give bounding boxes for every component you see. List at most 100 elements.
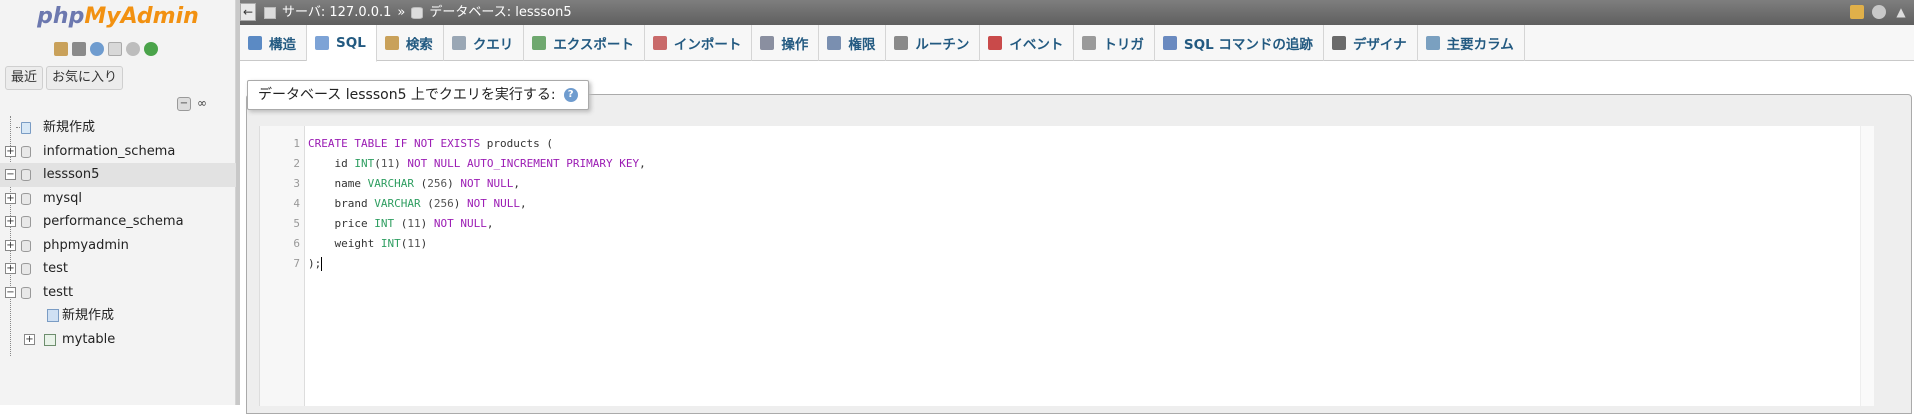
expand-icon[interactable]: +	[5, 192, 16, 204]
collapse-icon[interactable]: −	[5, 169, 16, 180]
new-database-icon	[21, 122, 31, 134]
line-number-gutter: 1 2 3 4 5 6 7	[260, 126, 305, 406]
tab-label: クエリ	[472, 37, 514, 53]
tab-privileges[interactable]: 権限	[819, 25, 887, 61]
tab-designer[interactable]: デザイナ	[1324, 25, 1418, 61]
expand-icon[interactable]: +	[5, 239, 16, 251]
phpmyadmin-logo[interactable]: phpMyAdmin	[0, 4, 236, 29]
recent-button[interactable]: 最近	[5, 66, 44, 90]
help-icon[interactable]	[90, 42, 104, 56]
code-token: name	[308, 177, 368, 190]
code-token: )	[420, 237, 428, 250]
tree-item-mytable[interactable]: + mytable	[0, 328, 236, 352]
database-icon	[21, 286, 31, 299]
breadcrumb-bar: ← サーバ: 127.0.0.1 » データベース: lessson5 ▲	[240, 0, 1914, 25]
export-icon	[532, 36, 547, 50]
code-line: );	[308, 254, 646, 274]
breadcrumb-database[interactable]: データベース: lessson5	[429, 0, 571, 25]
breadcrumb: サーバ: 127.0.0.1 » データベース: lessson5	[264, 0, 572, 25]
query-icon	[451, 36, 466, 50]
topbar-controls: ▲	[1850, 5, 1908, 19]
code-token: NOT NULL	[460, 177, 514, 190]
tab-export[interactable]: エクスポート	[524, 25, 645, 61]
tree-item-performance-schema[interactable]: + performance_schema	[0, 210, 236, 234]
tab-label: SQL	[336, 35, 366, 51]
settings-icon[interactable]	[126, 42, 140, 56]
expand-icon[interactable]: +	[5, 263, 16, 274]
search-icon	[384, 36, 399, 50]
expand-icon[interactable]: +	[24, 333, 35, 345]
database-icon	[21, 169, 31, 181]
tree-item-mysql[interactable]: + mysql	[0, 187, 236, 211]
tree-item-label: 新規作成	[62, 308, 115, 323]
expand-icon[interactable]: +	[5, 216, 16, 227]
sql-editor[interactable]: 1 2 3 4 5 6 7 CREATE TABLE IF NOT EXISTS produ…	[259, 126, 1874, 406]
import-icon	[652, 36, 667, 50]
tab-query[interactable]: クエリ	[444, 25, 525, 61]
favorites-button[interactable]: お気に入り	[46, 66, 124, 90]
breadcrumb-server[interactable]: サーバ: 127.0.0.1	[282, 0, 391, 25]
collapse-icon[interactable]: −	[5, 286, 16, 298]
tab-label: 権限	[848, 37, 876, 53]
tab-central-columns[interactable]: 主要カラム	[1418, 25, 1525, 61]
line-number: 7	[293, 257, 300, 270]
tree-item-phpmyadmin[interactable]: + phpmyadmin	[0, 234, 236, 258]
database-icon	[411, 6, 424, 19]
tab-search[interactable]: 検索	[377, 25, 444, 61]
code-token: NOT NULL AUTO_INCREMENT PRIMARY KEY	[407, 157, 640, 170]
tab-structure[interactable]: 構造	[240, 25, 307, 61]
tab-triggers[interactable]: トリガ	[1074, 25, 1155, 61]
tree-item-testt[interactable]: − testt	[0, 281, 236, 305]
tree-item-test[interactable]: + test	[0, 257, 236, 281]
main-content: データベース lessson5 上でクエリを実行する: ? 1 2 3 4 5 6 7 CR…	[240, 62, 1914, 414]
tab-tracking[interactable]: SQL コマンドの追跡	[1155, 25, 1324, 61]
code-token: brand	[308, 197, 375, 210]
gear-icon[interactable]	[1872, 5, 1886, 19]
expand-icon[interactable]: +	[5, 145, 16, 157]
code-token: (	[394, 217, 408, 230]
tree-item-new[interactable]: 新規作成	[0, 116, 236, 140]
home-icon[interactable]	[54, 42, 68, 56]
editor-scrollbar[interactable]	[1860, 126, 1874, 406]
privileges-icon	[827, 36, 842, 50]
docs-icon[interactable]	[108, 42, 122, 56]
line-number: 2	[293, 157, 300, 170]
code-token: CREATE TABLE IF NOT EXISTS	[308, 137, 481, 150]
tab-label: 主要カラム	[1446, 37, 1514, 53]
code-line: name VARCHAR (256) NOT NULL,	[308, 174, 646, 194]
lock-icon[interactable]	[1850, 5, 1864, 19]
reload-icon[interactable]	[144, 42, 158, 56]
navigation-panel: phpMyAdmin 最近 お気に入り − ∞ 新規作成 + informati…	[0, 0, 236, 405]
line-number: 3	[293, 177, 300, 190]
sql-code[interactable]: CREATE TABLE IF NOT EXISTS products ( id…	[308, 134, 646, 274]
new-table-icon	[47, 309, 59, 322]
nav-icon-bar	[54, 42, 158, 60]
code-token: NOT NULL	[466, 197, 520, 210]
tree-item-new-table[interactable]: 新規作成	[0, 304, 236, 328]
code-token: 256	[427, 177, 448, 190]
line-number: 1	[293, 137, 300, 150]
back-button[interactable]: ←	[240, 3, 256, 21]
tab-label: エクスポート	[553, 37, 634, 53]
logout-icon[interactable]	[72, 42, 86, 56]
tree-item-label: lessson5	[43, 167, 100, 182]
help-icon[interactable]: ?	[563, 88, 578, 102]
tree-item-information-schema[interactable]: + information_schema	[0, 140, 236, 164]
code-line: weight INT(11)	[308, 234, 646, 254]
collapse-topbar-icon[interactable]: ▲	[1894, 5, 1908, 19]
code-token: INT	[374, 217, 395, 230]
link-with-main-icon[interactable]: ∞	[195, 97, 209, 111]
tree-item-lessson5[interactable]: − lessson5	[0, 163, 236, 187]
tab-label: 操作	[781, 37, 809, 53]
tab-routines[interactable]: ルーチン	[886, 25, 981, 61]
tab-events[interactable]: イベント	[980, 25, 1075, 61]
database-icon	[21, 239, 31, 252]
tab-sql[interactable]: SQL	[307, 25, 377, 62]
structure-icon	[248, 36, 262, 50]
tab-import[interactable]: インポート	[645, 25, 753, 61]
tab-wrench[interactable]: 操作	[752, 25, 820, 61]
code-token: )	[420, 217, 434, 230]
collapse-all-button[interactable]: −	[177, 97, 191, 111]
tree-item-label: mysql	[43, 190, 82, 206]
code-token: (	[420, 197, 434, 210]
